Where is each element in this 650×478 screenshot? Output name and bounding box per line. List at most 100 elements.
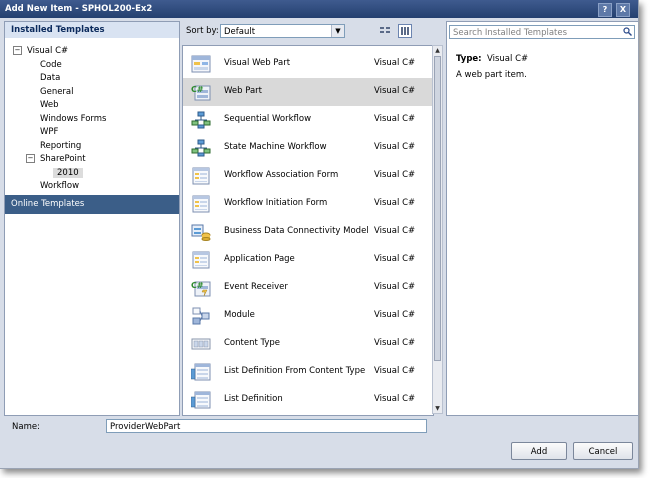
add-new-item-dialog: Add New Item - SPHOL200-Ex2 ? X Installe… — [0, 0, 639, 469]
scrollbar-thumb[interactable] — [434, 56, 441, 361]
search-icon[interactable] — [623, 27, 632, 41]
template-row-module[interactable]: Module Visual C# — [183, 302, 433, 330]
scroll-up-arrow-icon[interactable]: ▲ — [433, 46, 442, 55]
web-part-icon: C# — [191, 85, 211, 101]
template-name: List Definition — [224, 394, 283, 404]
template-name: Sequential Workflow — [224, 114, 312, 124]
cancel-button[interactable]: Cancel — [573, 442, 633, 460]
template-language: Visual C# — [374, 282, 416, 292]
template-name: Event Receiver — [224, 282, 288, 292]
template-language: Visual C# — [374, 254, 416, 264]
close-button[interactable]: X — [616, 3, 630, 17]
tree-item-visual-csharp[interactable]: − Visual C# — [13, 45, 68, 58]
add-button[interactable]: Add — [511, 442, 567, 460]
help-button[interactable]: ? — [598, 3, 612, 17]
workflow-icon — [191, 111, 211, 129]
template-row-workflow-association-form[interactable]: Workflow Association Form Visual C# — [183, 162, 433, 190]
tree-item-2010[interactable]: 2010 — [53, 167, 83, 180]
template-row-list-definition-from-content-type[interactable]: List Definition From Content Type Visual… — [183, 358, 433, 386]
workflow-icon — [191, 139, 211, 157]
list-definition-icon — [191, 391, 211, 409]
dropdown-arrow-icon[interactable]: ▼ — [331, 25, 344, 37]
tree-item-label: SharePoint — [40, 154, 86, 164]
details-view-button[interactable] — [398, 24, 412, 38]
template-language: Visual C# — [374, 142, 416, 152]
details-panel: Search Installed Templates Type: Visual … — [446, 21, 638, 416]
sort-toolbar: Sort by: Default ▼ — [182, 21, 436, 43]
svg-text:C#: C# — [191, 281, 204, 290]
collapse-icon[interactable]: − — [26, 154, 35, 163]
small-icons-view-button[interactable] — [378, 24, 392, 38]
small-icons-view-icon — [380, 27, 390, 33]
bottom-bar: Name: ProviderWebPart Add Cancel — [0, 416, 638, 468]
template-language: Visual C# — [374, 114, 416, 124]
template-name: Web Part — [224, 86, 263, 96]
template-name: Business Data Connectivity Model — [224, 226, 369, 236]
type-label: Type: — [456, 54, 482, 64]
template-language: Visual C# — [374, 198, 416, 208]
window-title: Add New Item - SPHOL200-Ex2 — [5, 4, 153, 14]
module-icon — [192, 307, 210, 325]
tree-item-sharepoint[interactable]: − SharePoint — [26, 153, 86, 166]
tree-item-wpf[interactable]: WPF — [40, 126, 58, 139]
tree-item-workflow[interactable]: Workflow — [40, 180, 79, 193]
template-language: Visual C# — [374, 170, 416, 180]
template-row-state-machine-workflow[interactable]: State Machine Workflow Visual C# — [183, 134, 433, 162]
template-row-application-page[interactable]: Application Page Visual C# — [183, 246, 433, 274]
bdc-model-icon — [191, 224, 211, 241]
name-field[interactable]: ProviderWebPart — [106, 419, 427, 433]
template-name: Workflow Association Form — [224, 170, 339, 180]
form-icon — [192, 251, 210, 269]
tree-item-web[interactable]: Web — [40, 99, 59, 112]
tree-item-general[interactable]: General — [40, 86, 74, 99]
search-installed-templates-input[interactable]: Search Installed Templates — [449, 25, 635, 39]
template-language: Visual C# — [374, 366, 416, 376]
online-templates-item[interactable]: Online Templates — [5, 195, 179, 214]
template-name: List Definition From Content Type — [224, 366, 366, 376]
tree-item-label: 2010 — [53, 168, 83, 178]
tree-item-code[interactable]: Code — [40, 59, 62, 72]
sort-dropdown[interactable]: Default ▼ — [220, 24, 345, 38]
template-language: Visual C# — [374, 226, 416, 236]
template-row-sequential-workflow[interactable]: Sequential Workflow Visual C# — [183, 106, 433, 134]
template-name: Visual Web Part — [224, 58, 291, 68]
template-language: Visual C# — [374, 58, 416, 68]
template-language: Visual C# — [374, 338, 416, 348]
content-type-icon — [191, 338, 211, 350]
template-row-event-receiver[interactable]: C# Event Receiver Visual C# — [183, 274, 433, 302]
search-placeholder: Search Installed Templates — [453, 28, 568, 38]
template-row-content-type[interactable]: Content Type Visual C# — [183, 330, 433, 358]
template-list-scrollbar[interactable]: ▲ ▼ — [432, 45, 443, 414]
template-language: Visual C# — [374, 310, 416, 320]
template-language: Visual C# — [374, 394, 416, 404]
name-label: Name: — [12, 422, 40, 432]
svg-text:C#: C# — [191, 85, 204, 94]
form-icon — [192, 167, 210, 185]
title-bar: Add New Item - SPHOL200-Ex2 ? X — [0, 0, 638, 18]
template-row-list-definition[interactable]: List Definition Visual C# — [183, 386, 433, 414]
tree-item-data[interactable]: Data — [40, 72, 60, 85]
template-language: Visual C# — [374, 86, 416, 96]
form-icon — [192, 195, 210, 213]
template-description: A web part item. — [456, 70, 527, 80]
list-definition-icon — [191, 363, 211, 381]
tree-item-windows-forms[interactable]: Windows Forms — [40, 113, 107, 126]
installed-templates-panel: Installed Templates − Visual C# Code Data… — [4, 21, 180, 416]
tree-item-reporting[interactable]: Reporting — [40, 140, 81, 153]
template-row-business-data-connectivity-model[interactable]: Business Data Connectivity Model Visual … — [183, 218, 433, 246]
template-row-visual-web-part[interactable]: Visual Web Part Visual C# — [183, 50, 433, 78]
scroll-down-arrow-icon[interactable]: ▼ — [433, 404, 442, 413]
template-name: Module — [224, 310, 255, 320]
template-type-line: Type: Visual C# — [456, 54, 528, 64]
template-list: Visual Web Part Visual C# C# Web Part Vi… — [182, 45, 434, 416]
collapse-icon[interactable]: − — [13, 46, 22, 55]
template-row-workflow-initiation-form[interactable]: Workflow Initiation Form Visual C# — [183, 190, 433, 218]
sort-label: Sort by: — [186, 26, 219, 36]
sort-value: Default — [224, 27, 256, 37]
installed-templates-header: Installed Templates — [5, 22, 179, 38]
template-row-web-part[interactable]: C# Web Part Visual C# — [183, 78, 433, 106]
visual-web-part-icon — [191, 55, 211, 73]
template-name: Workflow Initiation Form — [224, 198, 328, 208]
template-name: Content Type — [224, 338, 281, 348]
event-receiver-icon: C# — [191, 281, 211, 297]
